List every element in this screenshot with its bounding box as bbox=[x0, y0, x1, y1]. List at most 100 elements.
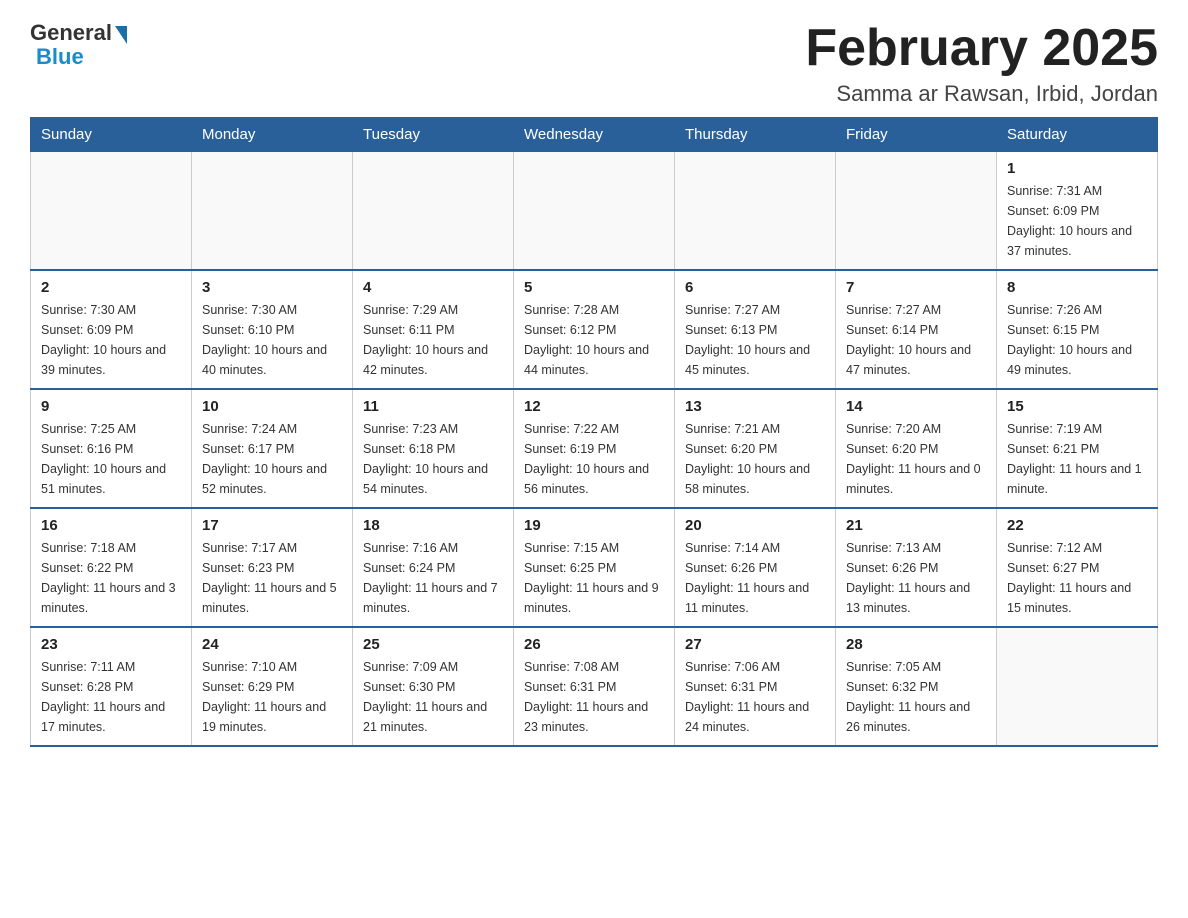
day-info: Sunrise: 7:19 AMSunset: 6:21 PMDaylight:… bbox=[1007, 419, 1147, 499]
calendar-week-5: 23Sunrise: 7:11 AMSunset: 6:28 PMDayligh… bbox=[31, 627, 1158, 746]
day-number: 6 bbox=[685, 279, 825, 296]
header-day-monday: Monday bbox=[192, 118, 353, 152]
day-info: Sunrise: 7:27 AMSunset: 6:14 PMDaylight:… bbox=[846, 300, 986, 380]
day-number: 3 bbox=[202, 279, 342, 296]
calendar-week-3: 9Sunrise: 7:25 AMSunset: 6:16 PMDaylight… bbox=[31, 389, 1158, 508]
day-info: Sunrise: 7:18 AMSunset: 6:22 PMDaylight:… bbox=[41, 538, 181, 618]
day-info: Sunrise: 7:09 AMSunset: 6:30 PMDaylight:… bbox=[363, 657, 503, 737]
calendar-cell bbox=[353, 152, 514, 271]
calendar-cell: 6 Sunrise: 7:27 AMSunset: 6:13 PMDaylight… bbox=[675, 270, 836, 389]
day-info: Sunrise: 7:21 AMSunset: 6:20 PMDaylight:… bbox=[685, 419, 825, 499]
calendar-cell: 5Sunrise: 7:28 AMSunset: 6:12 PMDaylight… bbox=[514, 270, 675, 389]
header-day-wednesday: Wednesday bbox=[514, 118, 675, 152]
logo: General Blue bbox=[30, 20, 127, 70]
day-info: Sunrise: 7:17 AMSunset: 6:23 PMDaylight:… bbox=[202, 538, 342, 618]
day-number: 27 bbox=[685, 636, 825, 653]
day-info: Sunrise: 7:20 AMSunset: 6:20 PMDaylight:… bbox=[846, 419, 986, 499]
logo-blue-text: Blue bbox=[36, 44, 84, 70]
calendar-cell: 9Sunrise: 7:25 AMSunset: 6:16 PMDaylight… bbox=[31, 389, 192, 508]
subtitle: Samma ar Rawsan, Irbid, Jordan bbox=[805, 81, 1158, 107]
day-number: 4 bbox=[363, 279, 503, 296]
header-day-saturday: Saturday bbox=[997, 118, 1158, 152]
day-number: 11 bbox=[363, 398, 503, 415]
calendar-cell: 1 Sunrise: 7:31 AMSunset: 6:09 PMDaylight… bbox=[997, 152, 1158, 271]
day-info: Sunrise: 7:08 AMSunset: 6:31 PMDaylight:… bbox=[524, 657, 664, 737]
calendar-cell: 13 Sunrise: 7:21 AMSunset: 6:20 PMDayligh… bbox=[675, 389, 836, 508]
day-number: 23 bbox=[41, 636, 181, 653]
calendar-cell: 19Sunrise: 7:15 AMSunset: 6:25 PMDayligh… bbox=[514, 508, 675, 627]
day-number: 21 bbox=[846, 517, 986, 534]
calendar-cell: 11 Sunrise: 7:23 AMSunset: 6:18 PMDayligh… bbox=[353, 389, 514, 508]
day-number: 2 bbox=[41, 279, 181, 296]
calendar-header: SundayMondayTuesdayWednesdayThursdayFrid… bbox=[31, 118, 1158, 152]
calendar-cell bbox=[192, 152, 353, 271]
calendar-cell bbox=[514, 152, 675, 271]
day-info: Sunrise: 7:23 AMSunset: 6:18 PMDaylight:… bbox=[363, 419, 503, 499]
day-info: Sunrise: 7:26 AMSunset: 6:15 PMDaylight:… bbox=[1007, 300, 1147, 380]
day-info: Sunrise: 7:31 AMSunset: 6:09 PMDaylight:… bbox=[1007, 181, 1147, 261]
calendar-week-4: 16 Sunrise: 7:18 AMSunset: 6:22 PMDayligh… bbox=[31, 508, 1158, 627]
header: General Blue February 2025 Samma ar Raws… bbox=[30, 20, 1158, 107]
logo-general-text: General bbox=[30, 20, 112, 46]
calendar-cell: 25 Sunrise: 7:09 AMSunset: 6:30 PMDayligh… bbox=[353, 627, 514, 746]
calendar-cell bbox=[675, 152, 836, 271]
calendar-cell: 27 Sunrise: 7:06 AMSunset: 6:31 PMDayligh… bbox=[675, 627, 836, 746]
calendar-cell: 18Sunrise: 7:16 AMSunset: 6:24 PMDayligh… bbox=[353, 508, 514, 627]
day-info: Sunrise: 7:30 AMSunset: 6:10 PMDaylight:… bbox=[202, 300, 342, 380]
header-row: SundayMondayTuesdayWednesdayThursdayFrid… bbox=[31, 118, 1158, 152]
day-number: 24 bbox=[202, 636, 342, 653]
day-number: 20 bbox=[685, 517, 825, 534]
day-info: Sunrise: 7:24 AMSunset: 6:17 PMDaylight:… bbox=[202, 419, 342, 499]
calendar-week-2: 2Sunrise: 7:30 AMSunset: 6:09 PMDaylight… bbox=[31, 270, 1158, 389]
calendar-cell: 12Sunrise: 7:22 AMSunset: 6:19 PMDayligh… bbox=[514, 389, 675, 508]
day-info: Sunrise: 7:05 AMSunset: 6:32 PMDaylight:… bbox=[846, 657, 986, 737]
day-info: Sunrise: 7:29 AMSunset: 6:11 PMDaylight:… bbox=[363, 300, 503, 380]
day-info: Sunrise: 7:12 AMSunset: 6:27 PMDaylight:… bbox=[1007, 538, 1147, 618]
calendar-cell: 26 Sunrise: 7:08 AMSunset: 6:31 PMDayligh… bbox=[514, 627, 675, 746]
day-number: 8 bbox=[1007, 279, 1147, 296]
calendar-week-1: 1 Sunrise: 7:31 AMSunset: 6:09 PMDaylight… bbox=[31, 152, 1158, 271]
calendar-table: SundayMondayTuesdayWednesdayThursdayFrid… bbox=[30, 117, 1158, 747]
day-number: 13 bbox=[685, 398, 825, 415]
day-number: 15 bbox=[1007, 398, 1147, 415]
calendar-cell: 23Sunrise: 7:11 AMSunset: 6:28 PMDayligh… bbox=[31, 627, 192, 746]
calendar-cell: 21 Sunrise: 7:13 AMSunset: 6:26 PMDayligh… bbox=[836, 508, 997, 627]
calendar-cell bbox=[997, 627, 1158, 746]
calendar-cell: 16 Sunrise: 7:18 AMSunset: 6:22 PMDayligh… bbox=[31, 508, 192, 627]
calendar-cell: 20 Sunrise: 7:14 AMSunset: 6:26 PMDayligh… bbox=[675, 508, 836, 627]
title-block: February 2025 Samma ar Rawsan, Irbid, Jo… bbox=[805, 20, 1158, 107]
calendar-cell: 22 Sunrise: 7:12 AMSunset: 6:27 PMDayligh… bbox=[997, 508, 1158, 627]
calendar-cell bbox=[31, 152, 192, 271]
day-number: 18 bbox=[363, 517, 503, 534]
day-info: Sunrise: 7:06 AMSunset: 6:31 PMDaylight:… bbox=[685, 657, 825, 737]
calendar-cell: 3 Sunrise: 7:30 AMSunset: 6:10 PMDaylight… bbox=[192, 270, 353, 389]
header-day-sunday: Sunday bbox=[31, 118, 192, 152]
day-number: 19 bbox=[524, 517, 664, 534]
calendar-cell: 28 Sunrise: 7:05 AMSunset: 6:32 PMDayligh… bbox=[836, 627, 997, 746]
day-info: Sunrise: 7:27 AMSunset: 6:13 PMDaylight:… bbox=[685, 300, 825, 380]
day-number: 5 bbox=[524, 279, 664, 296]
day-info: Sunrise: 7:14 AMSunset: 6:26 PMDaylight:… bbox=[685, 538, 825, 618]
day-number: 1 bbox=[1007, 160, 1147, 177]
calendar-cell: 4 Sunrise: 7:29 AMSunset: 6:11 PMDaylight… bbox=[353, 270, 514, 389]
day-number: 28 bbox=[846, 636, 986, 653]
day-number: 10 bbox=[202, 398, 342, 415]
calendar-cell: 8 Sunrise: 7:26 AMSunset: 6:15 PMDaylight… bbox=[997, 270, 1158, 389]
day-number: 9 bbox=[41, 398, 181, 415]
day-number: 16 bbox=[41, 517, 181, 534]
header-day-friday: Friday bbox=[836, 118, 997, 152]
day-number: 7 bbox=[846, 279, 986, 296]
main-title: February 2025 bbox=[805, 20, 1158, 77]
calendar-cell: 7 Sunrise: 7:27 AMSunset: 6:14 PMDaylight… bbox=[836, 270, 997, 389]
day-number: 22 bbox=[1007, 517, 1147, 534]
calendar-cell: 14Sunrise: 7:20 AMSunset: 6:20 PMDayligh… bbox=[836, 389, 997, 508]
day-info: Sunrise: 7:13 AMSunset: 6:26 PMDaylight:… bbox=[846, 538, 986, 618]
calendar-body: 1 Sunrise: 7:31 AMSunset: 6:09 PMDaylight… bbox=[31, 152, 1158, 747]
calendar-cell: 2Sunrise: 7:30 AMSunset: 6:09 PMDaylight… bbox=[31, 270, 192, 389]
calendar-cell: 15 Sunrise: 7:19 AMSunset: 6:21 PMDayligh… bbox=[997, 389, 1158, 508]
day-number: 26 bbox=[524, 636, 664, 653]
calendar-cell: 10 Sunrise: 7:24 AMSunset: 6:17 PMDayligh… bbox=[192, 389, 353, 508]
day-info: Sunrise: 7:22 AMSunset: 6:19 PMDaylight:… bbox=[524, 419, 664, 499]
day-number: 25 bbox=[363, 636, 503, 653]
header-day-thursday: Thursday bbox=[675, 118, 836, 152]
